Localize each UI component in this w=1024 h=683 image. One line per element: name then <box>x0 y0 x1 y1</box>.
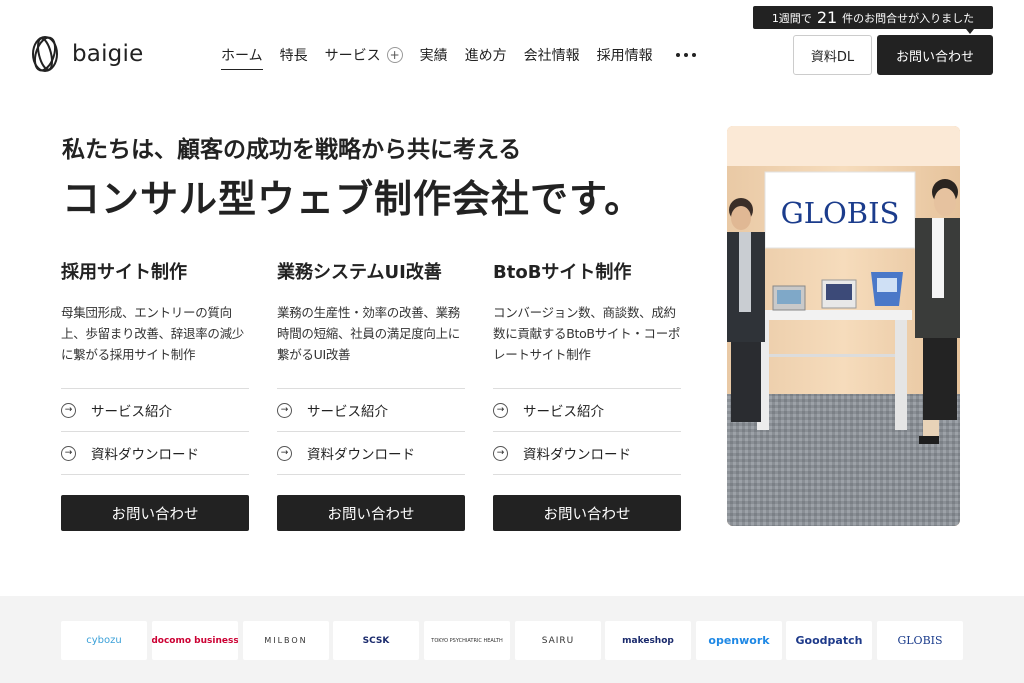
link-label: サービス紹介 <box>91 404 172 420</box>
service-card-ui-improvement: 業務システムUI改善 業務の生産性・効率の改善、業務時間の短縮、社員の満足度向上… <box>277 258 465 531</box>
arrow-right-icon: → <box>277 402 292 418</box>
notice-prefix: 1週間で <box>771 11 812 25</box>
nav-home[interactable]: ホーム <box>221 43 263 70</box>
nav-services-label: サービス <box>324 48 381 64</box>
download-link[interactable]: → 資料ダウンロード <box>61 432 249 475</box>
nav-recruit[interactable]: 採用情報 <box>597 43 653 67</box>
more-menu-icon[interactable] <box>675 43 696 67</box>
nav-services[interactable]: サービス + <box>325 43 403 67</box>
hero-title: コンサル型ウェブ制作会社です。 <box>62 177 644 221</box>
link-label: サービス紹介 <box>307 404 388 420</box>
client-logo-label: TOKYO PSYCHIATRIC HEALTH <box>431 637 503 644</box>
client-logo: SAIRU <box>515 621 601 660</box>
client-logo-label: Goodpatch <box>795 634 863 647</box>
client-logo-label: openwork <box>708 634 770 647</box>
service-card-recruit-site: 採用サイト制作 母集団形成、エントリーの質向上、歩留まり改善、辞退率の減少に繋が… <box>61 258 249 531</box>
client-logo-label: makeshop <box>622 635 674 646</box>
arrow-right-icon: → <box>61 402 76 418</box>
service-intro-link[interactable]: → サービス紹介 <box>277 389 465 432</box>
nav-home-label: ホーム <box>221 48 263 64</box>
brand-name: baigie <box>72 41 144 67</box>
arrow-right-icon: → <box>277 445 292 461</box>
inquiry-notice-badge: 1週間で 21 件のお問合せが入りました <box>753 6 993 34</box>
service-title: 業務システムUI改善 <box>277 262 442 283</box>
main-nav: ホーム 特長 サービス + 実績 進め方 会社情報 採用情報 <box>221 43 696 70</box>
site-logo[interactable]: baigie <box>30 34 143 74</box>
client-logo: openwork <box>696 621 782 660</box>
nav-features[interactable]: 特長 <box>280 43 308 67</box>
client-logo-label: cybozu <box>86 635 122 646</box>
client-logo: cybozu <box>61 621 147 660</box>
nav-works-label: 実績 <box>419 48 448 64</box>
client-logo-label: MILBON <box>264 636 308 645</box>
link-label: サービス紹介 <box>523 404 604 420</box>
arrow-right-icon: → <box>61 445 76 461</box>
arrow-right-icon: → <box>493 445 508 461</box>
notice-suffix: 件のお問合せが入りました <box>842 11 975 25</box>
client-logo-label: SAIRU <box>541 635 575 646</box>
service-contact-button[interactable]: お問い合わせ <box>277 495 465 531</box>
nav-process[interactable]: 進め方 <box>465 43 507 67</box>
photo-sign-text: GLOBIS <box>781 196 900 230</box>
client-logo: MILBON <box>243 621 329 660</box>
baigie-logo-icon <box>32 36 58 72</box>
client-logo: TOKYO PSYCHIATRIC HEALTH <box>424 621 510 660</box>
service-contact-button[interactable]: お問い合わせ <box>493 495 681 531</box>
nav-features-label: 特長 <box>279 48 308 64</box>
client-logo-label: docomo business <box>152 635 238 646</box>
nav-company[interactable]: 会社情報 <box>524 43 580 67</box>
hero-photo: GLOBIS <box>727 126 960 526</box>
client-logo-label: GLOBIS <box>897 634 943 647</box>
nav-recruit-label: 採用情報 <box>596 48 653 64</box>
download-link[interactable]: → 資料ダウンロード <box>277 432 465 475</box>
hero-subtitle: 私たちは、顧客の成功を戦略から共に考える <box>62 137 522 163</box>
service-description: 業務の生産性・効率の改善、業務時間の短縮、社員の満足度向上に繋がるUI改善 <box>277 305 461 362</box>
download-materials-button[interactable]: 資料DL <box>793 35 872 75</box>
client-logo: makeshop <box>605 621 691 660</box>
client-logo: Goodpatch <box>786 621 872 660</box>
client-logo-label: SCSK <box>362 635 390 646</box>
notice-count: 21 <box>816 8 838 27</box>
header-contact-button[interactable]: お問い合わせ <box>877 35 993 75</box>
link-label: 資料ダウンロード <box>91 447 199 463</box>
client-logo: SCSK <box>333 621 419 660</box>
nav-works[interactable]: 実績 <box>420 43 448 67</box>
service-intro-link[interactable]: → サービス紹介 <box>61 389 249 432</box>
service-links: → サービス紹介 → 資料ダウンロード <box>61 388 249 475</box>
service-intro-link[interactable]: → サービス紹介 <box>493 389 681 432</box>
service-links: → サービス紹介 → 資料ダウンロード <box>493 388 681 475</box>
service-description: 母集団形成、エントリーの質向上、歩留まり改善、辞退率の減少に繋がる採用サイト制作 <box>61 305 245 362</box>
link-label: 資料ダウンロード <box>523 447 631 463</box>
client-logo: GLOBIS <box>877 621 963 660</box>
client-logo: docomo business <box>152 621 238 660</box>
service-links: → サービス紹介 → 資料ダウンロード <box>277 388 465 475</box>
service-contact-button[interactable]: お問い合わせ <box>61 495 249 531</box>
service-card-btob-site: BtoBサイト制作 コンバージョン数、商談数、成約数に貢献するBtoBサイト・コ… <box>493 258 681 531</box>
link-label: 資料ダウンロード <box>307 447 415 463</box>
service-description: コンバージョン数、商談数、成約数に貢献するBtoBサイト・コーポレートサイト制作 <box>493 305 681 362</box>
service-title: 採用サイト制作 <box>61 262 187 283</box>
service-title: BtoBサイト制作 <box>493 262 632 283</box>
office-photo-illustration: GLOBIS <box>727 126 960 526</box>
download-link[interactable]: → 資料ダウンロード <box>493 432 681 475</box>
plus-icon[interactable]: + <box>386 47 403 63</box>
client-logo-band: cybozu docomo business MILBON SCSK TOKYO… <box>0 596 1024 683</box>
arrow-right-icon: → <box>493 402 508 418</box>
nav-process-label: 進め方 <box>464 48 507 64</box>
nav-company-label: 会社情報 <box>523 48 580 64</box>
